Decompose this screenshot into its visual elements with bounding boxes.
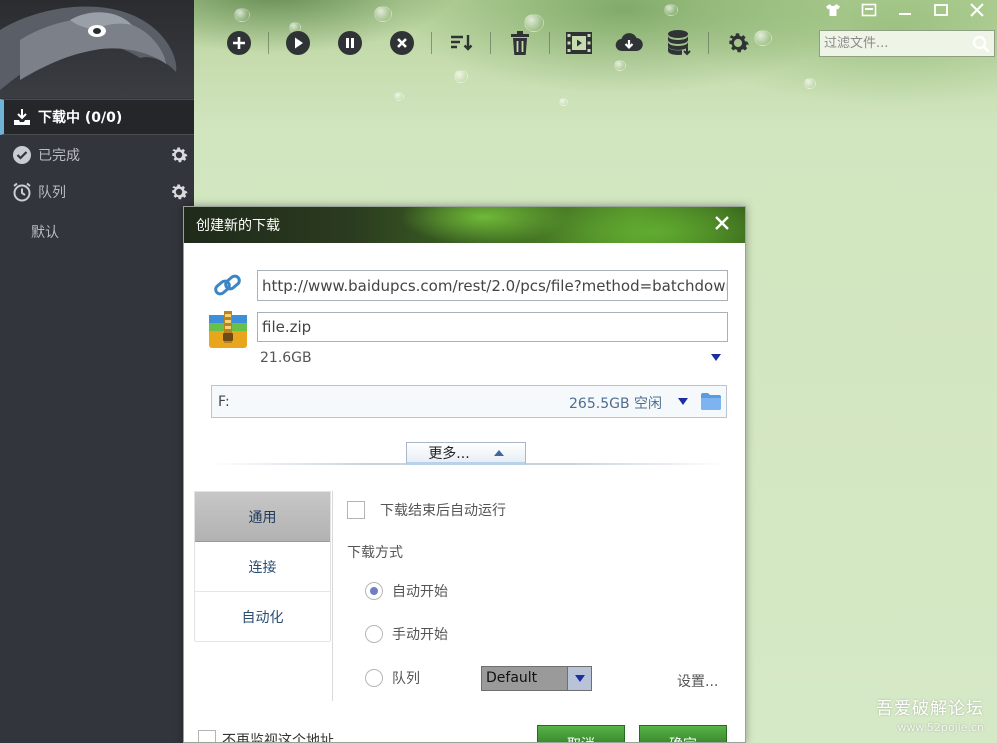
auto-start-label: 自动开始: [392, 584, 448, 600]
add-download-button[interactable]: [222, 26, 256, 60]
skin-button[interactable]: [815, 0, 851, 20]
completed-settings-gear-icon[interactable]: [168, 144, 190, 166]
toolbar-separator: [708, 32, 709, 54]
new-download-dialog: 创建新的下载 http://www.baidupcs.com/rest/2.0/…: [183, 206, 746, 743]
pause-icon: [338, 31, 362, 55]
more-label: 更多...: [428, 445, 470, 462]
cloud-download-icon: [615, 33, 643, 52]
manual-start-radio[interactable]: [365, 625, 383, 643]
delete-button[interactable]: [503, 26, 537, 60]
play-icon: [286, 31, 310, 55]
archive-file-icon: [207, 309, 249, 349]
toolbar-separator: [490, 32, 491, 54]
toolbar-separator: [431, 32, 432, 54]
database-icon: [668, 30, 691, 56]
sidebar-item-label: 队列: [38, 185, 66, 201]
auto-run-checkbox[interactable]: [347, 501, 365, 519]
skin-icon: [826, 4, 840, 16]
minimize-to-tray-button[interactable]: [851, 0, 887, 20]
directory-path: F:: [218, 393, 230, 410]
filename-field[interactable]: file.zip: [257, 312, 728, 342]
stop-icon: [390, 31, 414, 55]
minimize-icon: [899, 13, 911, 15]
toolbar-separator: [549, 32, 550, 54]
trash-icon: [511, 31, 529, 55]
dialog-close-button[interactable]: [711, 212, 733, 234]
minimize-to-tray-icon: [861, 3, 877, 17]
sidebar-item-downloading[interactable]: 下载中 (0/0): [0, 99, 194, 135]
sidebar-item-label: 下载中 (0/0): [38, 110, 123, 126]
sidebar-item-queue[interactable]: 队列: [0, 174, 194, 210]
gear-icon: [729, 33, 749, 53]
eagle-logo-icon: [0, 6, 177, 90]
toolbar-separator: [268, 32, 269, 54]
sidebar-item-completed[interactable]: 已完成: [0, 137, 194, 173]
dont-monitor-checkbox[interactable]: [198, 730, 216, 742]
tab-connection[interactable]: 连接: [195, 542, 330, 592]
cloud-download-button[interactable]: [612, 26, 646, 60]
chevron-up-icon: [493, 449, 504, 456]
auto-start-radio[interactable]: [365, 582, 383, 600]
queue-select-value: Default: [482, 667, 567, 690]
check-circle-icon: [12, 145, 32, 165]
queue-select[interactable]: Default: [481, 666, 592, 691]
filter-search-box: [819, 30, 995, 57]
dialog-titlebar[interactable]: 创建新的下载: [184, 207, 745, 243]
sidebar-item-label: 已完成: [38, 148, 80, 164]
download-tray-icon: [12, 107, 32, 127]
start-button[interactable]: [281, 26, 315, 60]
queue-radio[interactable]: [365, 669, 383, 687]
save-directory-field[interactable]: F: 265.5GB 空闲: [211, 385, 727, 418]
maximize-button[interactable]: [923, 0, 959, 20]
sidebar: 下载中 (0/0) 已完成 队列 默认: [0, 0, 194, 743]
film-icon: [566, 32, 592, 54]
video-button[interactable]: [562, 26, 596, 60]
auto-run-label: 下载结束后自动运行: [380, 503, 506, 519]
close-window-button[interactable]: [959, 0, 995, 20]
more-options-button[interactable]: 更多...: [406, 442, 526, 465]
database-button[interactable]: [662, 26, 696, 60]
pause-button[interactable]: [333, 26, 367, 60]
folder-icon[interactable]: [701, 393, 721, 410]
watermark: 吾爱破解论坛 www.52pojie.cn: [876, 694, 984, 734]
queue-settings-gear-icon[interactable]: [168, 181, 190, 203]
free-space-label: 265.5GB 空闲: [569, 396, 662, 412]
minimize-button[interactable]: [887, 0, 923, 20]
toolbar: [222, 26, 755, 60]
download-mode-label: 下载方式: [347, 545, 403, 561]
tab-general[interactable]: 通用: [195, 492, 330, 542]
app-logo: [0, 0, 194, 98]
alarm-clock-icon: [12, 182, 32, 202]
file-size: 21.6GB: [260, 350, 312, 366]
url-field[interactable]: http://www.baidupcs.com/rest/2.0/pcs/fil…: [257, 270, 728, 301]
directory-dropdown-arrow-icon[interactable]: [678, 398, 688, 405]
filter-input[interactable]: [820, 36, 970, 51]
dialog-title: 创建新的下载: [196, 218, 280, 234]
queue-label: 队列: [392, 671, 420, 687]
sort-icon: [451, 35, 473, 51]
cancel-button[interactable]: 取消: [537, 725, 625, 742]
ok-button[interactable]: 确定: [639, 725, 727, 742]
window-controls: [815, 0, 995, 20]
watermark-url: www.52pojie.cn: [897, 721, 984, 734]
filename-dropdown-arrow-icon[interactable]: [711, 354, 721, 361]
stop-button[interactable]: [385, 26, 419, 60]
queue-settings-link[interactable]: 设置...: [677, 671, 718, 691]
close-icon: [715, 216, 729, 230]
settings-button[interactable]: [721, 26, 755, 60]
options-tabs: 通用 连接 自动化: [194, 491, 331, 642]
tab-automation[interactable]: 自动化: [195, 592, 330, 642]
close-icon: [970, 3, 984, 17]
plus-circle-icon: [227, 31, 251, 55]
manual-start-label: 手动开始: [392, 627, 448, 643]
sort-button[interactable]: [444, 26, 478, 60]
link-icon: [212, 271, 244, 301]
maximize-icon: [934, 4, 948, 16]
tab-panel-divider: [332, 491, 333, 701]
watermark-title: 吾爱破解论坛: [876, 699, 984, 719]
chevron-down-icon: [567, 667, 591, 690]
dont-monitor-label: 不再监视这个地址: [222, 733, 334, 743]
sidebar-subitem-default-queue[interactable]: 默认: [31, 222, 59, 242]
search-icon[interactable]: [972, 35, 990, 53]
